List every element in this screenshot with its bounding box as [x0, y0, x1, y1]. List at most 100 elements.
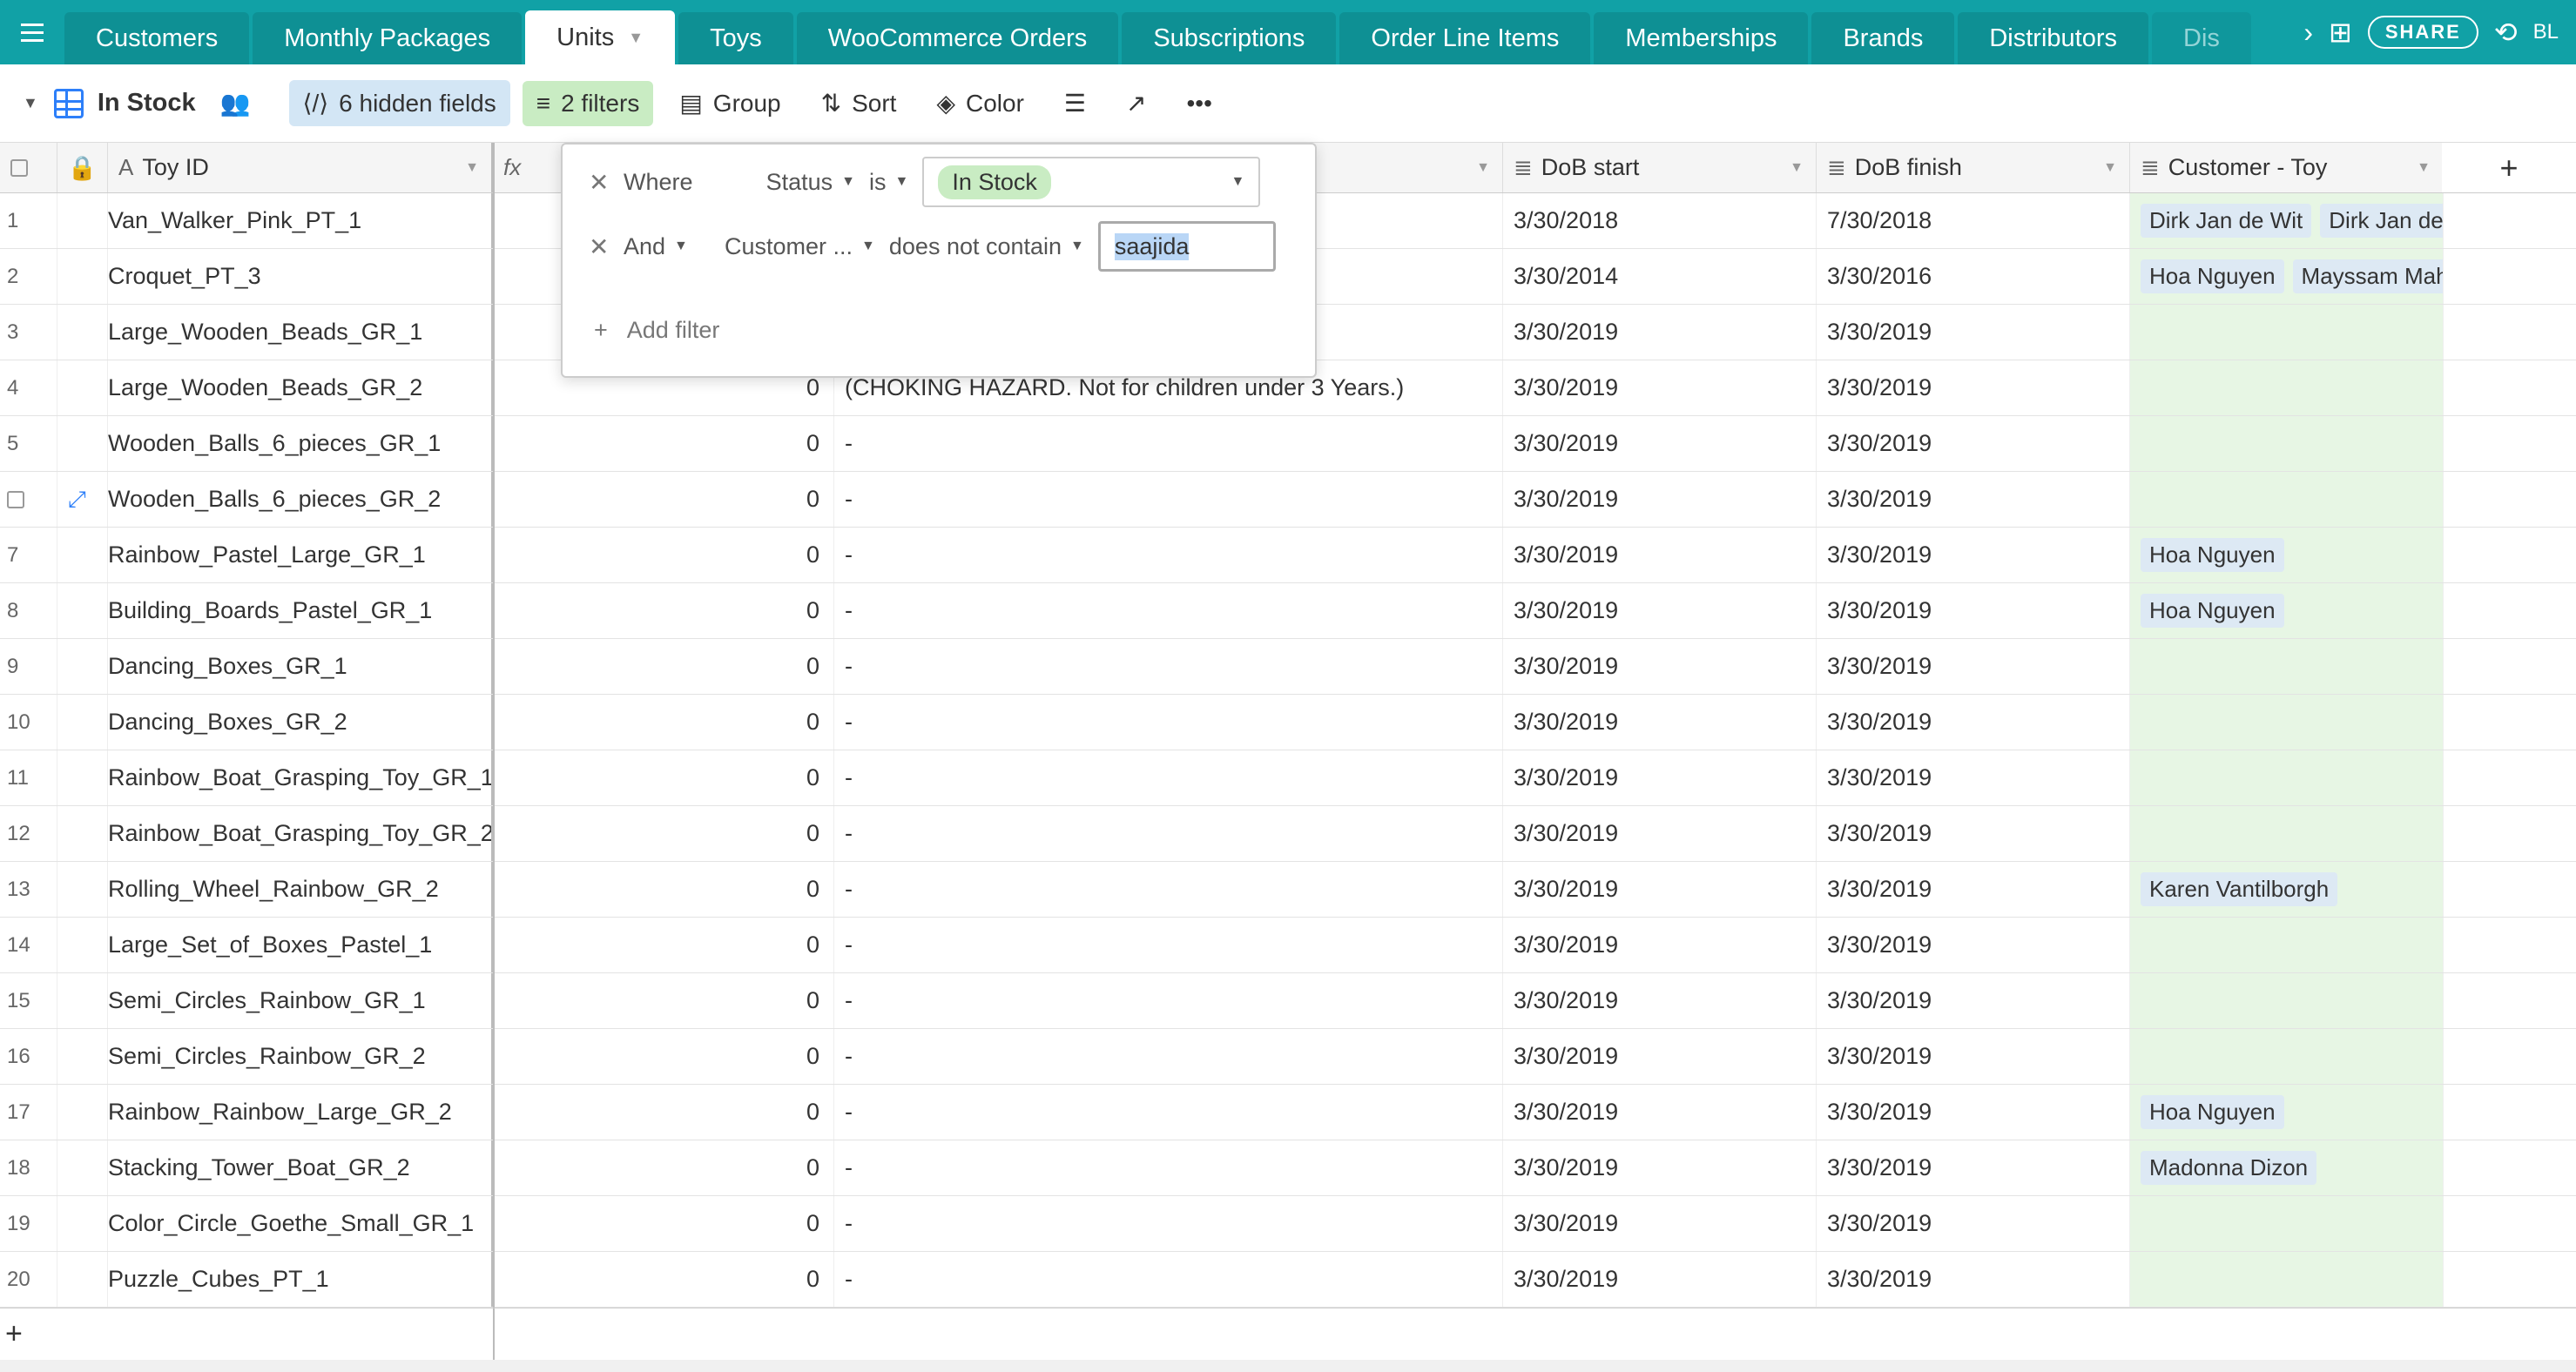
row-expand-cell[interactable] [57, 973, 108, 1028]
dob-start-cell[interactable]: 3/30/2019 [1503, 583, 1817, 638]
chevron-down-icon[interactable]: ▼ [2417, 160, 2431, 176]
table-row[interactable]: 7 Rainbow_Pastel_Large_GR_1 0-3/30/2019 3/3… [0, 528, 2576, 583]
dob-finish-cell[interactable]: 3/30/2019 [1817, 583, 2130, 638]
dob-start-cell[interactable]: 3/30/2019 [1503, 918, 1817, 972]
table-row[interactable]: 11 Rainbow_Boat_Grasping_Toy_GR_1 0-3/30/2… [0, 750, 2576, 806]
dob-finish-cell[interactable]: 3/30/2019 [1817, 1085, 2130, 1140]
tab-customers[interactable]: Customers [64, 12, 250, 64]
table-row[interactable]: 13 Rolling_Wheel_Rainbow_GR_2 0-3/30/2019 3… [0, 862, 2576, 918]
customer-toy-cell[interactable]: Hoa Nguyen [2130, 528, 2444, 582]
row-expand-cell[interactable] [57, 360, 108, 415]
table-row[interactable]: 17 Rainbow_Rainbow_Large_GR_2 0-3/30/2019 3… [0, 1085, 2576, 1140]
dob-finish-cell[interactable]: 3/30/2019 [1817, 1140, 2130, 1195]
row-checkbox[interactable] [7, 490, 24, 508]
people-icon[interactable]: 👥 [220, 89, 251, 118]
row-expand-cell[interactable] [57, 918, 108, 972]
toy-id-cell[interactable]: Dancing_Boxes_GR_2 [108, 695, 493, 750]
customer-pill[interactable]: Dirk Jan de [2320, 204, 2443, 238]
chevron-down-icon[interactable]: ▼ [23, 94, 38, 112]
formula-cell[interactable]: 0 [493, 639, 834, 694]
column-header-dob-start[interactable]: ≣ DoB start ▼ [1503, 143, 1817, 192]
toy-id-cell[interactable]: Building_Boards_Pastel_GR_1 [108, 583, 493, 638]
chevron-down-icon[interactable]: ▼ [465, 160, 479, 176]
customer-toy-cell[interactable]: Dirk Jan de Wit Dirk Jan de [2130, 193, 2444, 248]
dob-finish-cell[interactable]: 3/30/2019 [1817, 472, 2130, 527]
table-row[interactable]: 20 Puzzle_Cubes_PT_1 0-3/30/2019 3/30/2019 [0, 1252, 2576, 1308]
row-expand-cell[interactable]: ⤢ [57, 472, 108, 527]
dob-start-cell[interactable]: 3/30/2019 [1503, 695, 1817, 750]
formula-cell[interactable]: 0 [493, 472, 834, 527]
customer-toy-cell[interactable] [2130, 806, 2444, 861]
tab-monthly-packages[interactable]: Monthly Packages [253, 12, 523, 64]
dob-finish-cell[interactable]: 3/30/2019 [1817, 695, 2130, 750]
dob-start-cell[interactable]: 3/30/2019 [1503, 1140, 1817, 1195]
column-header-toy-id[interactable]: A Toy ID ▼ [108, 143, 493, 192]
customer-pill[interactable]: Hoa Nguyen [2141, 259, 2284, 293]
dob-finish-cell[interactable]: 3/30/2019 [1817, 528, 2130, 582]
formula-cell[interactable]: 0 [493, 1029, 834, 1084]
formula-cell[interactable]: 0 [493, 583, 834, 638]
row-expand-cell[interactable] [57, 249, 108, 304]
dob-start-cell[interactable]: 3/30/2019 [1503, 1252, 1817, 1307]
customer-toy-cell[interactable] [2130, 1196, 2444, 1251]
table-row[interactable]: ⤢ Wooden_Balls_6_pieces_GR_2 0-3/30/2019 3/… [0, 472, 2576, 528]
toy-id-cell[interactable]: Large_Wooden_Beads_GR_2 [108, 360, 493, 415]
dob-start-cell[interactable]: 3/30/2019 [1503, 416, 1817, 471]
description-cell[interactable]: - [834, 1085, 1503, 1140]
filter-conjunction-select[interactable]: And ▼ [624, 233, 711, 260]
dob-start-cell[interactable]: 3/30/2019 [1503, 1029, 1817, 1084]
description-cell[interactable]: - [834, 862, 1503, 917]
toy-id-cell[interactable]: Rainbow_Pastel_Large_GR_1 [108, 528, 493, 582]
customer-toy-cell[interactable] [2130, 360, 2444, 415]
dob-start-cell[interactable]: 3/30/2019 [1503, 528, 1817, 582]
table-row[interactable]: 19 Color_Circle_Goethe_Small_GR_1 0-3/30/2… [0, 1196, 2576, 1252]
description-cell[interactable]: - [834, 1140, 1503, 1195]
customer-toy-cell[interactable]: Hoa Nguyen Mayssam Mah [2130, 249, 2444, 304]
share-button[interactable]: SHARE [2367, 16, 2478, 49]
formula-cell[interactable]: 0 [493, 750, 834, 805]
description-cell[interactable]: - [834, 973, 1503, 1028]
description-cell[interactable]: - [834, 528, 1503, 582]
formula-cell[interactable]: 0 [493, 862, 834, 917]
customer-pill[interactable]: Dirk Jan de Wit [2141, 204, 2312, 238]
description-cell[interactable]: - [834, 918, 1503, 972]
formula-cell[interactable]: 0 [493, 1252, 834, 1307]
more-button[interactable]: ••• [1173, 81, 1226, 126]
dob-finish-cell[interactable]: 3/30/2019 [1817, 806, 2130, 861]
customer-toy-cell[interactable] [2130, 1029, 2444, 1084]
table-row[interactable]: 15 Semi_Circles_Rainbow_GR_1 0-3/30/2019 3/… [0, 973, 2576, 1029]
table-row[interactable]: 16 Semi_Circles_Rainbow_GR_2 0-3/30/2019 3/… [0, 1029, 2576, 1085]
dob-finish-cell[interactable]: 3/30/2019 [1817, 1252, 2130, 1307]
customer-toy-cell[interactable] [2130, 472, 2444, 527]
description-cell[interactable]: - [834, 416, 1503, 471]
filter-button[interactable]: ≡ 2 filters [522, 80, 654, 126]
tab-woocommerce-orders[interactable]: WooCommerce Orders [796, 12, 1119, 64]
row-expand-cell[interactable] [57, 528, 108, 582]
formula-cell[interactable]: 0 [493, 918, 834, 972]
hidden-fields-button[interactable]: ⟨/⟩ 6 hidden fields [288, 80, 510, 126]
formula-cell[interactable]: 0 [493, 528, 834, 582]
dob-finish-cell[interactable]: 3/30/2019 [1817, 918, 2130, 972]
view-name[interactable]: In Stock [98, 89, 196, 118]
dob-start-cell[interactable]: 3/30/2019 [1503, 806, 1817, 861]
table-row[interactable]: 12 Rainbow_Boat_Grasping_Toy_GR_2 0-3/30/2… [0, 806, 2576, 862]
description-cell[interactable]: - [834, 1029, 1503, 1084]
formula-cell[interactable]: 0 [493, 695, 834, 750]
customer-toy-cell[interactable] [2130, 1252, 2444, 1307]
description-cell[interactable]: - [834, 472, 1503, 527]
row-expand-cell[interactable] [57, 193, 108, 248]
toy-id-cell[interactable]: Semi_Circles_Rainbow_GR_2 [108, 1029, 493, 1084]
customer-toy-cell[interactable] [2130, 750, 2444, 805]
row-expand-cell[interactable] [57, 1140, 108, 1195]
toy-id-cell[interactable]: Rolling_Wheel_Rainbow_GR_2 [108, 862, 493, 917]
row-expand-cell[interactable] [57, 862, 108, 917]
chevron-down-icon[interactable]: ▼ [1476, 160, 1490, 176]
remove-filter-icon[interactable]: ✕ [589, 232, 610, 261]
dob-start-cell[interactable]: 3/30/2019 [1503, 1196, 1817, 1251]
row-expand-cell[interactable] [57, 1196, 108, 1251]
toy-id-cell[interactable]: Wooden_Balls_6_pieces_GR_1 [108, 416, 493, 471]
customer-pill[interactable]: Mayssam Mah [2292, 259, 2443, 293]
table-row[interactable]: 14 Large_Set_of_Boxes_Pastel_1 0-3/30/2019… [0, 918, 2576, 973]
filter-operator-select[interactable]: is ▼ [869, 169, 908, 196]
customer-toy-cell[interactable]: Karen Vantilborgh [2130, 862, 2444, 917]
